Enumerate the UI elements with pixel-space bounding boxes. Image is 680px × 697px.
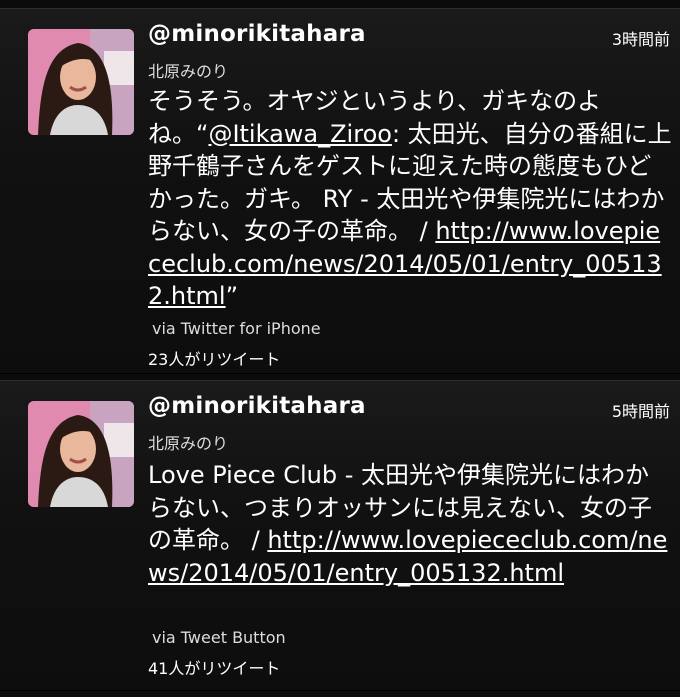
tweet-item[interactable]: @minorikitahara 5時間前 北原みのり Love Piece Cl…: [0, 380, 680, 691]
tweet-item[interactable]: @minorikitahara 3時間前 北原みのり そうそう。オヤジというより…: [0, 8, 680, 374]
user-display-name: 北原みのり: [148, 434, 229, 453]
tweet-timestamp: 3時間前: [611, 30, 670, 49]
tweet-source: via Twitter for iPhone: [152, 319, 321, 338]
avatar[interactable]: [28, 29, 134, 135]
tweet-source: via Tweet Button: [152, 628, 286, 647]
retweet-count: 23人がリツイート: [148, 350, 281, 369]
tweet-text: そうそう。オヤジというより、ガキなのよね。“@Itikawa_Ziroo: 太田…: [148, 85, 672, 313]
tweet-timeline: @minorikitahara 3時間前 北原みのり そうそう。オヤジというより…: [0, 0, 680, 697]
tweet-text-part: ”: [225, 282, 239, 310]
mention-link[interactable]: @Itikawa_Ziroo: [208, 120, 392, 148]
user-display-name: 北原みのり: [148, 62, 229, 81]
user-handle[interactable]: @minorikitahara: [148, 393, 366, 419]
avatar[interactable]: [28, 401, 134, 507]
tweet-text: Love Piece Club - 太田光や伊集院光にはわからない、つまりオッサ…: [148, 459, 672, 589]
retweet-count: 41人がリツイート: [148, 659, 281, 678]
tweet-timestamp: 5時間前: [611, 402, 670, 421]
user-handle[interactable]: @minorikitahara: [148, 21, 366, 47]
